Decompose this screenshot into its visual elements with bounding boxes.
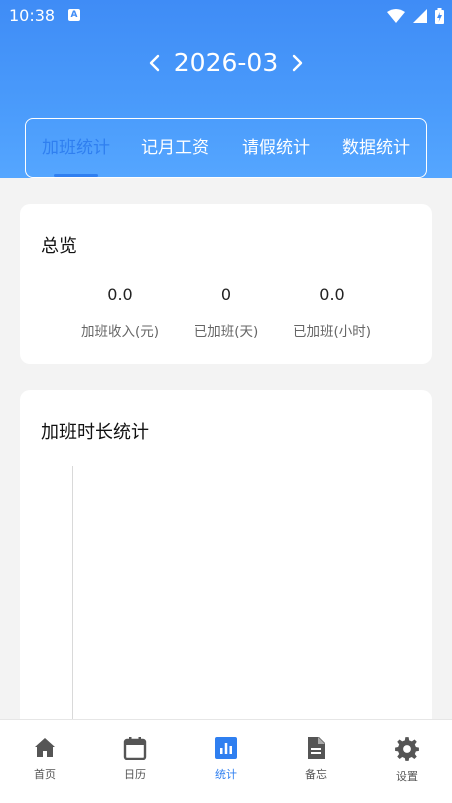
wifi-icon — [387, 8, 406, 23]
memo-icon — [308, 737, 325, 759]
nav-memo[interactable]: 备忘 — [271, 736, 361, 782]
status-bar: 10:38 A — [0, 0, 452, 32]
nav-settings[interactable]: 设置 — [362, 736, 452, 784]
current-month-label[interactable]: 2026-03 — [160, 46, 292, 80]
overtime-chart-card: 加班时长统计 — [20, 390, 432, 730]
tab-monthly-salary[interactable]: 记月工资 — [138, 119, 212, 177]
nav-stats[interactable]: 统计 — [181, 736, 271, 782]
chevron-right-icon[interactable] — [285, 51, 309, 75]
header: 10:38 A 2026-03 加班统计 记月工资 请假统计 数据统计 — [0, 0, 452, 178]
stats-tab-bar: 加班统计 记月工资 请假统计 数据统计 — [25, 118, 427, 178]
nav-label: 日历 — [124, 768, 146, 781]
stat-overtime-income: 0.0 加班收入(元) — [60, 285, 180, 340]
stat-label: 加班收入(元) — [80, 324, 160, 340]
stat-overtime-days: 0 已加班(天) — [166, 285, 286, 340]
chart-y-axis — [72, 466, 73, 726]
stats-icon — [215, 737, 237, 759]
active-tab-indicator — [54, 174, 98, 177]
nav-label: 设置 — [396, 770, 418, 783]
overview-card: 总览 0.0 加班收入(元) 0 已加班(天) 0.0 已加班(小时) — [20, 204, 432, 364]
tab-data-stats[interactable]: 数据统计 — [339, 119, 413, 177]
nav-label: 统计 — [215, 768, 237, 781]
status-time: 10:38 — [9, 6, 56, 25]
nav-label: 首页 — [34, 768, 56, 781]
stat-value: 0 — [220, 285, 232, 304]
stat-overtime-hours: 0.0 已加班(小时) — [272, 285, 392, 340]
a-icon: A — [68, 9, 80, 21]
battery-icon — [435, 7, 444, 24]
month-navigator: 2026-03 — [0, 42, 452, 84]
overtime-chart-title: 加班时长统计 — [41, 422, 149, 443]
nav-calendar[interactable]: 日历 — [90, 736, 180, 782]
bottom-navigation: 首页 日历 统计 备忘 设置 — [0, 719, 452, 803]
home-icon — [35, 738, 55, 757]
stat-label: 已加班(天) — [193, 324, 259, 340]
stat-value: 0.0 — [107, 285, 133, 304]
overview-title: 总览 — [41, 236, 77, 257]
stat-label: 已加班(小时) — [292, 324, 372, 340]
tab-overtime-stats[interactable]: 加班统计 — [40, 119, 112, 177]
signal-icon — [413, 8, 428, 23]
system-icons — [384, 6, 444, 24]
tab-leave-stats[interactable]: 请假统计 — [239, 119, 313, 177]
nav-label: 备忘 — [305, 768, 327, 781]
nav-home[interactable]: 首页 — [0, 736, 90, 782]
gear-icon — [395, 737, 419, 761]
calendar-icon — [123, 737, 147, 760]
stat-value: 0.0 — [319, 285, 345, 304]
